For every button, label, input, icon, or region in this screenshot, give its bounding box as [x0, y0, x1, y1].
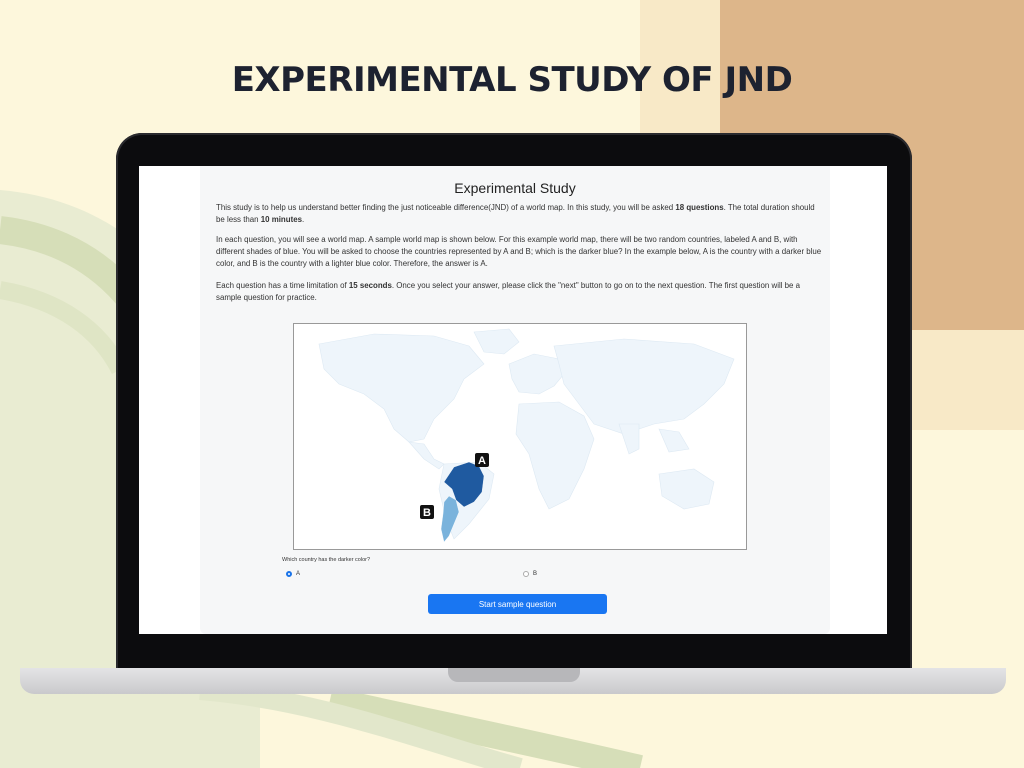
instructions-paragraph: In each question, you will see a world m… — [216, 235, 822, 268]
label-b-tag: B — [420, 505, 434, 519]
intro-text-1: This study is to help us understand bett… — [216, 203, 676, 212]
label-a-text: A — [478, 455, 486, 467]
study-panel: Experimental Study This study is to help… — [200, 166, 830, 634]
start-sample-question-button[interactable]: Start sample question — [428, 594, 607, 614]
laptop-notch — [448, 668, 580, 682]
option-a[interactable]: A — [286, 571, 300, 577]
option-b-label: B — [533, 571, 538, 577]
time-limit: 15 seconds — [348, 281, 392, 290]
intro-paragraph: This study is to help us understand bett… — [216, 202, 822, 226]
option-b[interactable]: B — [523, 571, 537, 577]
intro-text-3: . — [301, 215, 305, 224]
poster-title: EXPERIMENTAL STUDY OF JND — [231, 60, 793, 100]
page-title: Experimental Study — [454, 180, 576, 196]
laptop-screen: Experimental Study This study is to help… — [139, 166, 887, 634]
label-a-tag: A — [475, 453, 489, 467]
label-b-text: B — [423, 507, 431, 519]
time-limit-paragraph: Each question has a time limitation of 1… — [216, 280, 822, 304]
world-map-svg: A B — [318, 328, 735, 543]
duration: 10 minutes — [260, 215, 302, 224]
sample-world-map: A B — [293, 323, 747, 550]
radio-a[interactable] — [286, 571, 292, 577]
radio-b[interactable] — [523, 571, 529, 577]
time-text-1: Each question has a time limitation of — [216, 281, 349, 290]
question-prompt: Which country has the darker color? — [282, 557, 371, 563]
question-count: 18 questions — [675, 203, 724, 212]
option-a-label: A — [296, 571, 301, 577]
land-masses — [318, 328, 735, 540]
